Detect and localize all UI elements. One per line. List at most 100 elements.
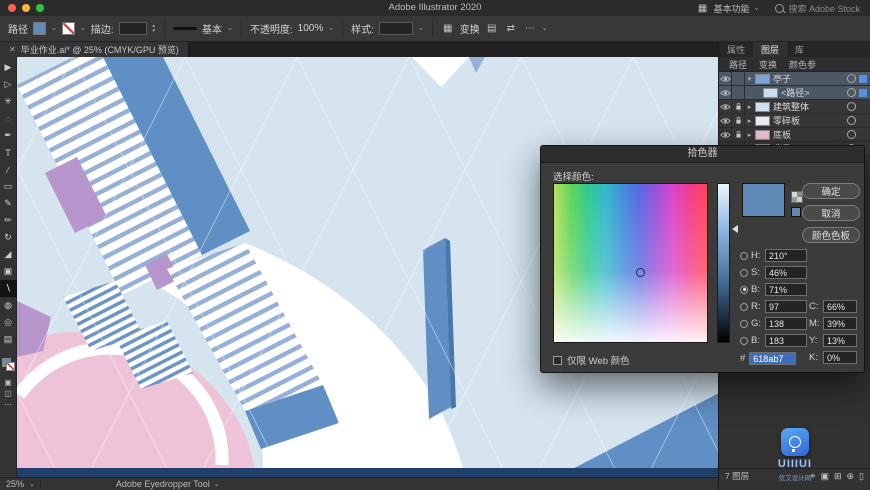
line-segment-tool[interactable]: ∕ — [0, 161, 17, 178]
chevron-down-icon[interactable]: ⌄ — [29, 481, 35, 488]
layer-name[interactable]: 底板 — [773, 128, 847, 141]
field-value-input[interactable]: 66% — [823, 300, 857, 313]
color-marker[interactable] — [636, 268, 645, 277]
eyedropper-tool[interactable]: ∖ — [0, 280, 17, 297]
pencil-tool[interactable]: ✏ — [0, 212, 17, 229]
target-icon[interactable] — [847, 130, 856, 139]
ok-button[interactable]: 确定 — [802, 183, 860, 199]
layer-thumbnail[interactable] — [755, 129, 770, 140]
tab-transform[interactable]: 变换 — [753, 58, 783, 71]
layer-row[interactable]: ▸ 零碎板 — [719, 114, 870, 128]
chevron-down-icon[interactable]: ⌄ — [542, 25, 548, 32]
field-value-input[interactable]: 97 — [765, 300, 807, 313]
layer-name[interactable]: <路径> — [781, 86, 847, 99]
h-radio[interactable] — [740, 251, 748, 260]
stepper-down-icon[interactable]: ▼ — [152, 28, 156, 34]
gradient-tool[interactable]: ◍ — [0, 297, 17, 314]
style-select[interactable] — [378, 22, 413, 35]
lock-slot[interactable] — [732, 86, 745, 99]
rectangle-tool[interactable]: ▭ — [0, 178, 17, 195]
shape-builder-tool[interactable]: ▣ — [0, 263, 17, 280]
layer-row[interactable]: ▸ 建筑整体 — [719, 100, 870, 114]
target-icon[interactable] — [847, 74, 856, 83]
make-mask-icon[interactable]: ▣ — [820, 471, 829, 482]
pen-tool[interactable]: ✒ — [0, 127, 17, 144]
lock-icon[interactable] — [732, 128, 745, 141]
layer-name[interactable]: 零碎板 — [773, 114, 847, 127]
b2-row[interactable]: B: 183 — [740, 334, 807, 347]
swatches-icon[interactable] — [791, 191, 803, 203]
field-value-input[interactable]: 13% — [823, 334, 857, 347]
delete-layer-icon[interactable]: ▯ — [859, 471, 864, 482]
field-value-input[interactable]: 46% — [765, 266, 807, 279]
b2-radio[interactable] — [740, 336, 748, 345]
stroke-weight-stepper[interactable]: ▲ ▼ — [152, 23, 156, 34]
web-colors-checkbox-row[interactable]: 仅限 Web 颜色 — [553, 353, 630, 367]
y-row[interactable]: Y: 13% — [809, 334, 857, 347]
disclosure-icon[interactable]: ▸ — [745, 103, 754, 111]
fill-color-swatch[interactable] — [33, 22, 46, 35]
paintbrush-tool[interactable]: ✎ — [0, 195, 17, 212]
h-row[interactable]: H: 210° — [740, 249, 807, 262]
layer-row[interactable]: <路径> — [719, 86, 870, 100]
chevron-down-icon[interactable]: ⌄ — [227, 25, 233, 32]
k-row[interactable]: K: 0% — [809, 351, 857, 364]
rotate-tool[interactable]: ↻ — [0, 229, 17, 246]
zoom-level-select[interactable]: 25% — [6, 479, 24, 489]
hand-tool[interactable]: ▤ — [0, 331, 17, 348]
visibility-toggle-icon[interactable] — [719, 86, 732, 99]
layer-thumbnail[interactable] — [755, 115, 770, 126]
document-tab[interactable]: ✕ 毕业作业.ai* @ 25% (CMYK/GPU 预览) — [0, 42, 189, 57]
direct-selection-tool[interactable]: ▷ — [0, 76, 17, 93]
lock-icon[interactable] — [732, 114, 745, 127]
checkbox-icon[interactable] — [553, 355, 562, 365]
brush-name[interactable]: 基本 — [202, 21, 222, 36]
b-radio[interactable] — [740, 285, 748, 294]
field-value-input[interactable]: 210° — [765, 249, 807, 262]
dialog-title[interactable]: 拾色器 — [541, 146, 864, 163]
layer-thumbnail[interactable] — [755, 73, 770, 84]
draw-mode-icons[interactable]: ▣ ◫ ⋯ — [4, 377, 12, 410]
hex-input[interactable]: 618ab7 — [749, 352, 797, 365]
color-swatches-button[interactable]: 颜色色板 — [802, 227, 860, 243]
b-row[interactable]: B: 71% — [740, 283, 807, 296]
zoom-tool[interactable]: ◎ — [0, 314, 17, 331]
type-tool[interactable]: T — [0, 144, 17, 161]
visibility-toggle-icon[interactable] — [719, 128, 732, 141]
more-options-icon[interactable]: ⋯ — [523, 22, 537, 36]
scale-tool[interactable]: ◢ — [0, 246, 17, 263]
disclosure-icon[interactable]: ▸ — [745, 131, 754, 139]
shape-options-icon[interactable]: ▦ — [441, 22, 455, 36]
new-sublayer-icon[interactable]: ⊞ — [834, 471, 842, 482]
tab-pathfinder[interactable]: 路径 — [723, 58, 753, 71]
color-spectrum-field[interactable] — [553, 183, 708, 343]
close-tab-icon[interactable]: ✕ — [9, 45, 16, 54]
tab-libraries[interactable]: 库 — [787, 42, 812, 57]
disclosure-icon[interactable]: ▾ — [745, 75, 754, 83]
toolbar-stroke-swatch[interactable] — [5, 362, 15, 371]
tab-color-guide[interactable]: 颜色参 — [783, 58, 822, 71]
field-value-input[interactable]: 39% — [823, 317, 857, 330]
chevron-down-icon[interactable]: ⌄ — [80, 25, 86, 32]
lasso-tool[interactable]: ◌ — [0, 110, 17, 127]
target-icon[interactable] — [847, 88, 856, 97]
fill-stroke-indicator[interactable] — [1, 358, 15, 371]
disclosure-icon[interactable]: ▸ — [745, 117, 754, 125]
align-options-icon[interactable]: ▤ — [485, 22, 499, 36]
tab-layers[interactable]: 图层 — [753, 42, 788, 57]
s-radio[interactable] — [740, 268, 748, 277]
visibility-toggle-icon[interactable] — [719, 100, 732, 113]
chevron-down-icon[interactable]: ⌄ — [51, 25, 57, 32]
stroke-color-swatch[interactable] — [61, 22, 75, 35]
stock-search[interactable]: 搜索 Adobe Stock — [775, 2, 860, 15]
layer-name[interactable]: 亭子 — [773, 72, 847, 85]
magic-wand-tool[interactable]: ✳ — [0, 93, 17, 110]
chevron-down-icon[interactable]: ⌄ — [418, 25, 424, 32]
layer-name[interactable]: 建筑整体 — [773, 100, 847, 113]
flip-icon[interactable]: ⇄ — [504, 22, 518, 36]
m-row[interactable]: M: 39% — [809, 317, 857, 330]
field-value-input[interactable]: 183 — [765, 334, 807, 347]
field-value-input[interactable]: 0% — [823, 351, 857, 364]
target-icon[interactable] — [847, 116, 856, 125]
r-radio[interactable] — [740, 302, 748, 311]
